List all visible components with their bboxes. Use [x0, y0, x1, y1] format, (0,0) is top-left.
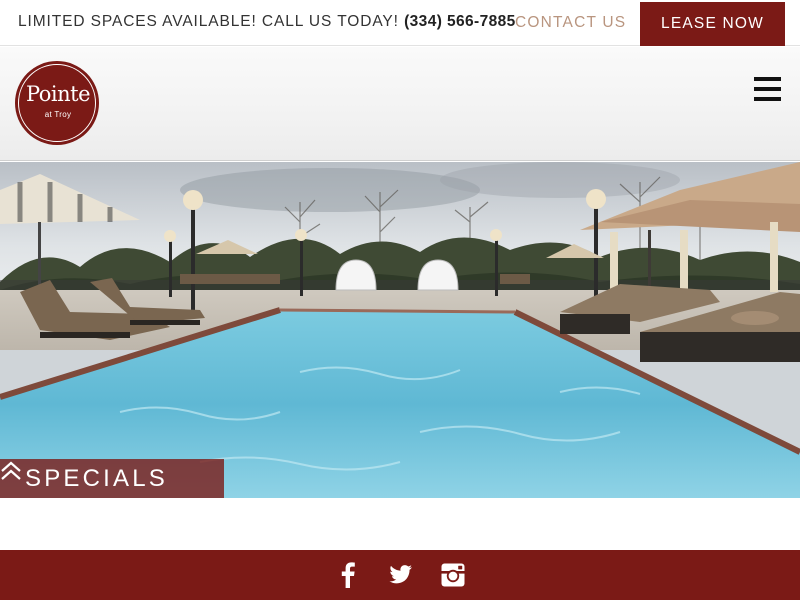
top-bar: LIMITED SPACES AVAILABLE! CALL US TODAY!…: [0, 0, 800, 46]
logo-subtitle: at Troy: [44, 110, 72, 119]
hamburger-icon[interactable]: [754, 77, 782, 101]
logo-wordmark: Pointe: [25, 82, 91, 106]
social-footer: [0, 550, 800, 600]
pool-scene-illustration: [0, 162, 800, 498]
twitter-icon[interactable]: [387, 562, 413, 588]
logo-ring: Pointe at Troy: [18, 64, 96, 142]
promo-banner: LIMITED SPACES AVAILABLE! CALL US TODAY!…: [18, 13, 516, 31]
site-header: Pointe at Troy: [0, 47, 800, 161]
pointe-at-troy-logo[interactable]: Pointe at Troy: [15, 61, 99, 145]
lease-now-button[interactable]: LEASE NOW: [640, 2, 785, 46]
specials-label: SPECIALS: [25, 465, 168, 492]
facebook-icon[interactable]: [335, 562, 361, 588]
instagram-icon[interactable]: [440, 562, 466, 588]
promo-text: LIMITED SPACES AVAILABLE! CALL US TODAY!: [18, 13, 399, 30]
specials-button[interactable]: SPECIALS: [0, 459, 224, 498]
phone-link[interactable]: (334) 566-7885: [404, 13, 516, 30]
double-chevron-up-icon: [1, 461, 21, 480]
hero-pool-image: SPECIALS: [0, 162, 800, 498]
contact-us-link[interactable]: CONTACT US: [515, 14, 626, 32]
